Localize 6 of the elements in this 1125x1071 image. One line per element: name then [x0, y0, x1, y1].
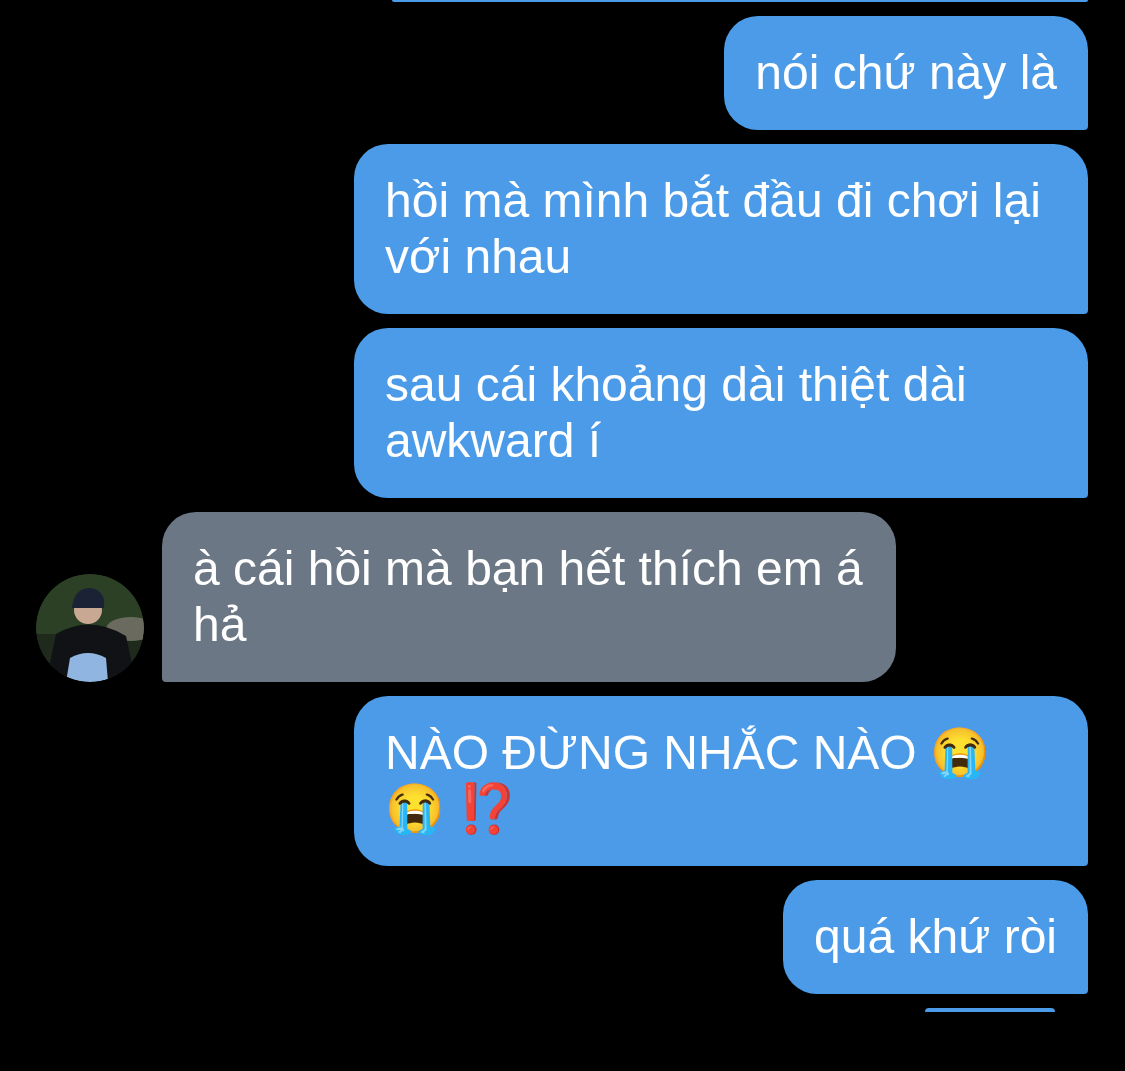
message-text: NÀO ĐỪNG NHẮC NÀO 😭 😭 ⁉: [385, 726, 991, 835]
message-text: sau cái khoảng dài thiệt dài awkward í: [385, 358, 967, 467]
message-text: quá khứ ròi: [814, 910, 1057, 963]
message-text: hồi mà mình bắt đầu đi chơi lại với nhau: [385, 174, 1041, 283]
message-text: à cái hồi mà bạn hết thích em á hả: [193, 542, 863, 651]
message-text: nói chứ này là: [755, 46, 1057, 99]
